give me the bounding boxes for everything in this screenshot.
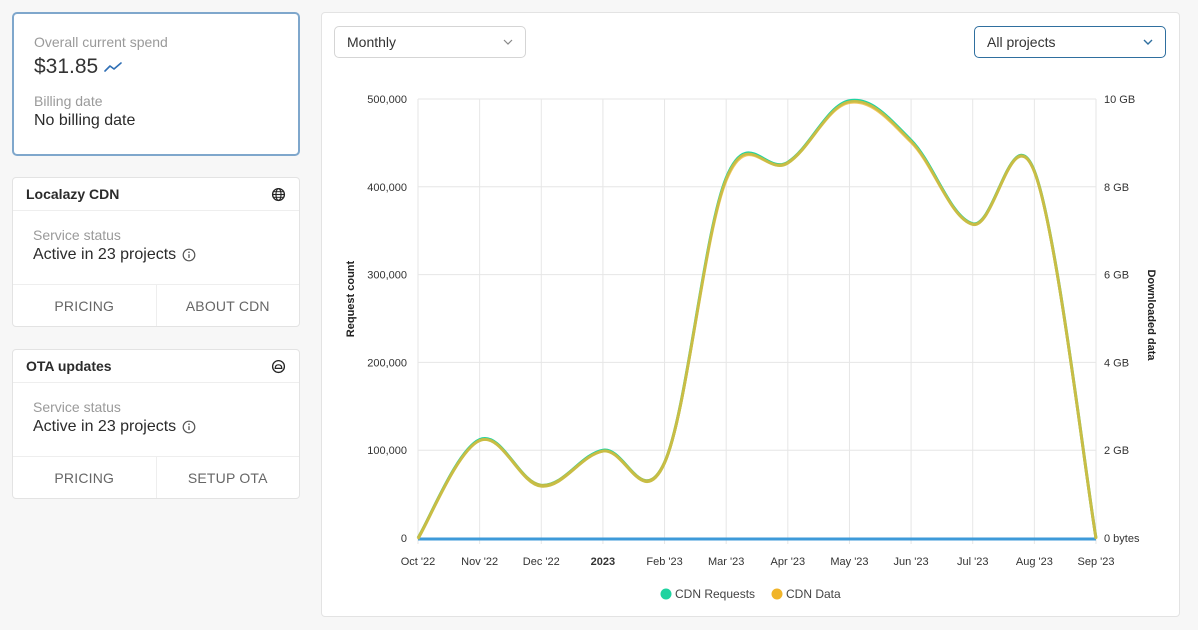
ota-card-actions: PRICING SETUP OTA: [13, 457, 299, 498]
right-tick-label: 10 GB: [1104, 94, 1135, 106]
chart-series: [416, 98, 1098, 541]
ota-pricing-button[interactable]: PRICING: [13, 457, 156, 498]
x-tick-label: Nov '22: [461, 556, 498, 568]
right-tick-label: 8 GB: [1104, 182, 1129, 194]
ota-service-card: OTA updates Service status Active in 23 …: [12, 349, 300, 499]
ota-status-label: Service status: [33, 399, 121, 415]
spend-value: $31.85: [34, 55, 99, 78]
cdn-status-value: Active in 23 projects: [33, 246, 177, 263]
left-tick-label: 0: [401, 533, 407, 545]
right-tick-label: 0 bytes: [1104, 533, 1140, 545]
ota-status-value: Active in 23 projects: [33, 418, 177, 435]
ota-card-header: OTA updates: [13, 350, 299, 383]
trending-up-icon: [104, 62, 123, 72]
cdn-requests-legend-dot: [660, 588, 672, 600]
x-tick-label: Mar '23: [708, 556, 744, 568]
x-tick-label: May '23: [830, 556, 868, 568]
chart-card: Monthly All projects 00 bytes 100,000 2 GB…: [321, 12, 1180, 617]
setup-ota-button[interactable]: SETUP OTA: [155, 457, 300, 498]
left-axis-title: Request count: [345, 260, 357, 337]
chart-grid: [417, 98, 1097, 544]
right-tick-label: 6 GB: [1104, 270, 1129, 282]
overlap-blend-line: [416, 100, 1098, 540]
right-tick-label: 2 GB: [1104, 445, 1129, 457]
cdn-data-legend-dot: [771, 588, 783, 600]
spend-card: Overall current spend $31.85 Billing dat…: [12, 12, 300, 156]
info-icon[interactable]: [182, 420, 196, 434]
left-tick-label: 200,000: [367, 357, 407, 369]
cdn-card-header: Localazy CDN: [13, 178, 299, 211]
cdn-status-row: Active in 23 projects: [33, 246, 279, 264]
x-tick-label: Dec '22: [523, 556, 560, 568]
ota-status-row: Active in 23 projects: [33, 418, 279, 436]
spend-label: Overall current spend: [34, 34, 168, 50]
left-tick-label: 100,000: [367, 445, 407, 457]
spend-value-row: $31.85: [34, 55, 278, 79]
chart-ticks: 0 0 bytes 100,000 2 GB 200,000 4 GB 300,000 6 G…: [367, 94, 1140, 568]
x-tick-label: Jun '23: [894, 556, 929, 568]
about-cdn-button[interactable]: ABOUT CDN: [155, 285, 300, 326]
x-tick-label: Oct '22: [401, 556, 436, 568]
globe-icon: [271, 187, 286, 201]
chart-legend: CDN Requests CDN Data: [660, 587, 841, 601]
cdn-data-legend-label[interactable]: CDN Data: [786, 587, 841, 601]
x-tick-label: Sep '23: [1078, 556, 1115, 568]
cdn-card-title: Localazy CDN: [26, 186, 120, 202]
ota-card-body: Service status Active in 23 projects: [13, 383, 299, 457]
info-icon[interactable]: [182, 248, 196, 262]
right-axis-title: Downloaded data: [1145, 269, 1157, 361]
x-tick-label: Aug '23: [1016, 556, 1053, 568]
cdn-service-card: Localazy CDN Service status Active in 23…: [12, 177, 300, 327]
billing-label: Billing date: [34, 93, 103, 109]
usage-chart: 0 0 bytes 100,000 2 GB 200,000 4 GB 300,000 6 G…: [345, 94, 1157, 601]
ota-cloud-icon: [271, 359, 286, 373]
right-tick-label: 4 GB: [1104, 357, 1129, 369]
x-tick-label: Feb '23: [646, 556, 682, 568]
billing-value: No billing date: [34, 112, 136, 129]
left-tick-label: 400,000: [367, 182, 407, 194]
left-tick-label: 300,000: [367, 270, 407, 282]
ota-card-title: OTA updates: [26, 358, 112, 374]
x-tick-label: Jul '23: [957, 556, 988, 568]
x-tick-label: Apr '23: [771, 556, 806, 568]
cdn-card-actions: PRICING ABOUT CDN: [13, 285, 299, 326]
cdn-pricing-button[interactable]: PRICING: [13, 285, 156, 326]
x-tick-label: 2023: [591, 556, 615, 568]
cdn-status-label: Service status: [33, 227, 121, 243]
left-tick-label: 500,000: [367, 94, 407, 106]
cdn-requests-legend-label[interactable]: CDN Requests: [675, 587, 755, 601]
cdn-card-body: Service status Active in 23 projects: [13, 211, 299, 285]
